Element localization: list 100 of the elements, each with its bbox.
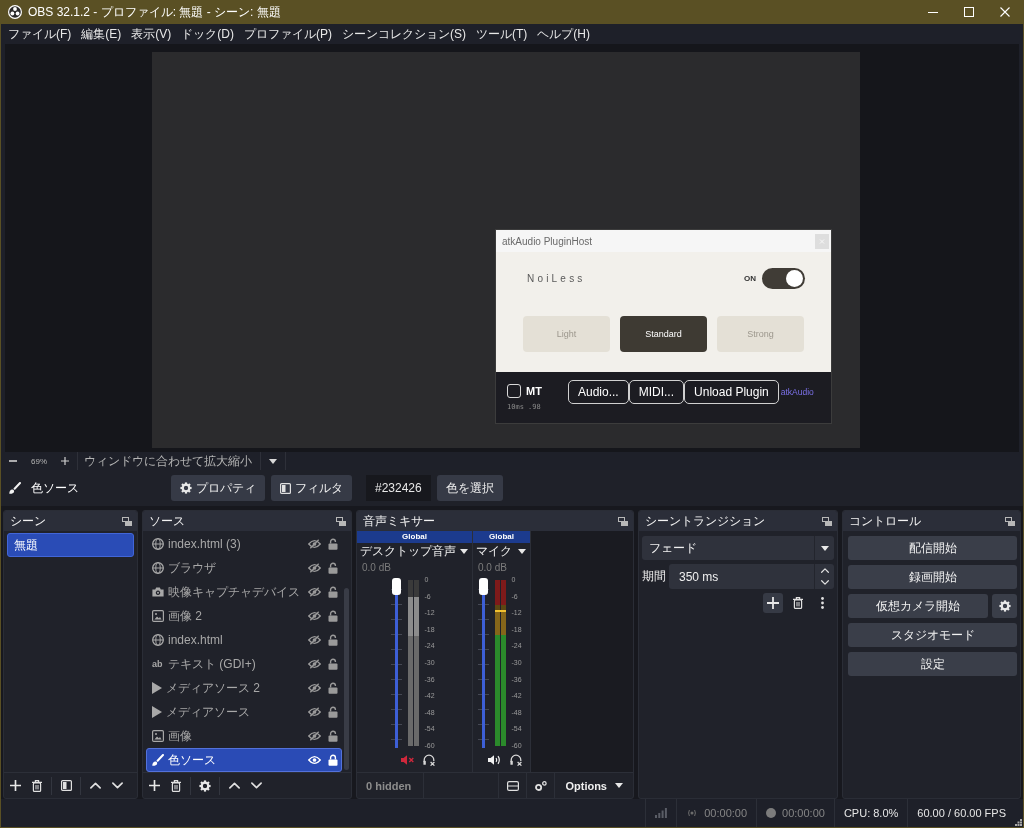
duration-spinbox[interactable]: 350 ms	[669, 564, 834, 589]
hidden-count: 0 hidden	[357, 773, 425, 798]
control-button[interactable]: スタジオモード	[848, 623, 1017, 647]
half-square-icon	[280, 482, 291, 494]
slider-thumb[interactable]	[478, 578, 488, 595]
source-item[interactable]: メディアソース	[146, 700, 342, 724]
minimize-icon[interactable]	[928, 11, 938, 13]
chevron-up-icon[interactable]	[228, 782, 240, 789]
eye-off-icon[interactable]	[308, 731, 321, 741]
unlock-icon[interactable]	[328, 706, 338, 718]
chevron-down-icon[interactable]	[820, 580, 829, 586]
unlock-icon[interactable]	[328, 634, 338, 646]
plus-icon[interactable]	[148, 780, 160, 791]
menu-item[interactable]: ドック(D)	[176, 25, 239, 43]
caret-icon[interactable]	[269, 458, 277, 464]
source-item[interactable]: 映像キャプチャデバイス	[146, 580, 342, 604]
source-item[interactable]: 画像 2	[146, 604, 342, 628]
mt-checkbox[interactable]	[507, 384, 521, 398]
headphones-x-icon[interactable]	[422, 754, 435, 766]
control-button[interactable]: 配信開始	[848, 536, 1017, 560]
dialog-button[interactable]: Audio...	[568, 380, 629, 404]
dialog-button[interactable]: MIDI...	[628, 380, 685, 404]
trash-icon[interactable]	[171, 779, 181, 792]
chevron-up-icon[interactable]	[820, 567, 829, 573]
caret-icon[interactable]	[460, 548, 468, 554]
source-item[interactable]: メディアソース 2	[146, 676, 342, 700]
chevron-down-icon[interactable]	[111, 782, 123, 789]
control-button[interactable]: 設定	[848, 652, 1017, 676]
source-label: 映像キャプチャデバイス	[168, 583, 301, 601]
half-square-icon[interactable]	[60, 780, 72, 791]
more-icon[interactable]	[821, 597, 824, 609]
unlock-icon[interactable]	[328, 682, 338, 694]
stacked-squares-icon[interactable]	[822, 516, 832, 526]
maximize-icon[interactable]	[964, 7, 974, 17]
unlock-icon[interactable]	[328, 538, 338, 550]
eye-off-icon[interactable]	[308, 635, 321, 645]
menu-item[interactable]: ヘルプ(H)	[532, 25, 595, 43]
scrollbar[interactable]	[344, 588, 349, 770]
unlock-icon[interactable]	[328, 562, 338, 574]
stacked-squares-icon[interactable]	[1005, 516, 1015, 526]
source-item[interactable]: index.html	[146, 628, 342, 652]
source-item[interactable]: 画像	[146, 724, 342, 748]
eye-off-icon[interactable]	[308, 563, 321, 573]
menu-item[interactable]: プロファイル(P)	[239, 25, 337, 43]
stacked-squares-icon[interactable]	[618, 516, 628, 526]
stacked-squares-icon[interactable]	[336, 516, 346, 526]
muted-speaker-icon[interactable]	[400, 755, 414, 765]
control-button[interactable]: 仮想カメラ開始	[848, 594, 988, 618]
slider-thumb[interactable]	[391, 578, 401, 595]
eye-off-icon[interactable]	[308, 611, 321, 621]
eye-off-icon[interactable]	[308, 539, 321, 549]
menu-item[interactable]: ファイル(F)	[3, 25, 77, 43]
trash-icon[interactable]	[793, 597, 803, 609]
play-icon	[152, 682, 162, 694]
unlock-icon[interactable]	[328, 658, 338, 670]
scale-mode-label[interactable]: ウィンドウに合わせて拡大縮小	[84, 452, 252, 470]
scene-item[interactable]: 無題	[7, 533, 134, 557]
toolbar-button[interactable]: フィルタ	[271, 475, 352, 501]
plus-icon[interactable]	[61, 457, 69, 465]
speaker-icon[interactable]	[487, 755, 501, 765]
menu-item[interactable]: 編集(E)	[76, 25, 127, 43]
stacked-squares-icon[interactable]	[122, 516, 132, 526]
chevron-down-icon[interactable]	[250, 782, 262, 789]
eye-off-icon[interactable]	[308, 707, 321, 717]
toolbar-button[interactable]: プロパティ	[171, 475, 265, 501]
headphones-x-icon[interactable]	[509, 754, 522, 766]
mode-button[interactable]: Standard	[620, 316, 707, 352]
add-button[interactable]	[763, 593, 783, 613]
source-label: テキスト (GDI+)	[168, 655, 257, 673]
source-item[interactable]: index.html (3)	[146, 532, 342, 556]
eye-icon[interactable]	[308, 755, 321, 765]
close-icon[interactable]	[1000, 7, 1010, 17]
eye-off-icon[interactable]	[308, 587, 321, 597]
caret-icon[interactable]	[518, 548, 526, 554]
menu-item[interactable]: 表示(V)	[126, 25, 177, 43]
pick-color-button[interactable]: 色を選択	[436, 475, 503, 501]
resize-grip-icon[interactable]	[1015, 819, 1022, 826]
eye-off-icon[interactable]	[308, 659, 321, 669]
menu-item[interactable]: ツール(T)	[471, 25, 533, 43]
eye-off-icon[interactable]	[308, 683, 321, 693]
menu-item[interactable]: シーンコレクション(S)	[337, 25, 471, 43]
source-item[interactable]: ab テキスト (GDI+)	[146, 652, 342, 676]
options-button[interactable]: Options	[554, 773, 633, 798]
split-rectangle-icon[interactable]	[506, 780, 519, 791]
control-button[interactable]: 録画開始	[848, 565, 1017, 589]
dialog-button[interactable]: Unload Plugin	[684, 380, 779, 404]
settings-icon[interactable]	[199, 779, 211, 792]
source-item[interactable]: 色ソース	[146, 748, 342, 772]
chevron-up-icon[interactable]	[89, 782, 101, 789]
trash-icon[interactable]	[32, 779, 42, 792]
unlock-icon[interactable]	[328, 730, 338, 742]
gears-icon[interactable]	[534, 780, 547, 791]
transition-dropdown[interactable]: フェード	[642, 536, 834, 560]
settings-button[interactable]	[992, 594, 1017, 618]
unlock-icon[interactable]	[328, 610, 338, 622]
plus-icon[interactable]	[9, 780, 21, 791]
lock-icon[interactable]	[328, 754, 338, 766]
unlock-icon[interactable]	[328, 586, 338, 598]
power-toggle[interactable]	[762, 268, 805, 289]
source-item[interactable]: ブラウザ	[146, 556, 342, 580]
